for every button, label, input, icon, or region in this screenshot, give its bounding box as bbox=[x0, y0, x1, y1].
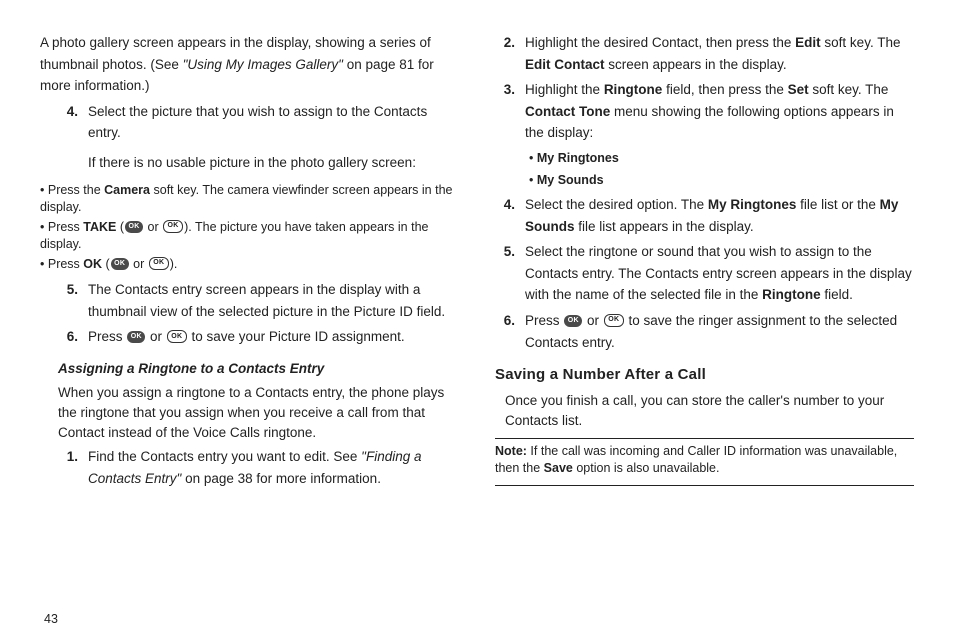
text: Select the ringtone or sound that you wi… bbox=[525, 244, 912, 302]
save-intro: Once you finish a call, you can store th… bbox=[505, 391, 914, 430]
text: soft key. The bbox=[821, 35, 901, 50]
step-body: Select the ringtone or sound that you wi… bbox=[525, 241, 914, 306]
bold: My Ringtones bbox=[708, 197, 797, 212]
ok-key-outline-icon bbox=[167, 330, 187, 343]
ok-key-icon bbox=[125, 221, 143, 233]
text: Highlight the bbox=[525, 82, 604, 97]
right-column: 2. Highlight the desired Contact, then p… bbox=[495, 28, 914, 608]
bold: Set bbox=[788, 82, 809, 97]
step-number: 5. bbox=[58, 279, 78, 322]
text: screen appears in the display. bbox=[605, 57, 787, 72]
ringtone-intro: When you assign a ringtone to a Contacts… bbox=[58, 383, 459, 442]
ok-key-outline-icon bbox=[149, 257, 169, 270]
text: Press bbox=[48, 257, 83, 271]
heading-assign-ringtone: Assigning a Ringtone to a Contacts Entry bbox=[58, 358, 459, 380]
step-number: 4. bbox=[58, 101, 78, 178]
text: to save your Picture ID assignment. bbox=[188, 329, 405, 344]
step-body: Select the picture that you wish to assi… bbox=[88, 101, 459, 178]
text: ( bbox=[102, 257, 110, 271]
option-my-ringtones: • My Ringtones bbox=[529, 148, 914, 168]
ok-key-icon bbox=[564, 315, 582, 327]
bold: My Ringtones bbox=[537, 151, 619, 165]
divider bbox=[495, 438, 914, 439]
divider bbox=[495, 485, 914, 486]
left-column: A photo gallery screen appears in the di… bbox=[40, 28, 459, 608]
step-number: 3. bbox=[495, 79, 515, 144]
bold: My Sounds bbox=[537, 173, 604, 187]
text: Highlight the desired Contact, then pres… bbox=[525, 35, 795, 50]
text: or bbox=[583, 313, 603, 328]
manual-page: A photo gallery screen appears in the di… bbox=[0, 0, 954, 636]
step-number: 1. bbox=[58, 446, 78, 489]
text: or bbox=[146, 329, 166, 344]
text: option is also unavailable. bbox=[573, 461, 720, 475]
step-number: 4. bbox=[495, 194, 515, 237]
bold: Camera bbox=[104, 183, 150, 197]
text: Select the desired option. The bbox=[525, 197, 708, 212]
text: Press bbox=[525, 313, 563, 328]
note-block: Note: If the call was incoming and Calle… bbox=[495, 443, 914, 477]
text: Select the picture that you wish to assi… bbox=[88, 104, 427, 141]
text: file list appears in the display. bbox=[575, 219, 754, 234]
ok-key-icon bbox=[111, 258, 129, 270]
step-body: Find the Contacts entry you want to edit… bbox=[88, 446, 459, 489]
text: Press bbox=[88, 329, 126, 344]
text: field, then press the bbox=[662, 82, 787, 97]
ringtone-step-2: 2. Highlight the desired Contact, then p… bbox=[495, 32, 914, 75]
text: field. bbox=[821, 287, 853, 302]
step-5: 5. The Contacts entry screen appears in … bbox=[58, 279, 459, 322]
text: on page 38 for more information. bbox=[181, 471, 381, 486]
step-body: Select the desired option. The My Ringto… bbox=[525, 194, 914, 237]
reference-italic: "Using My Images Gallery" bbox=[183, 57, 343, 72]
step-number: 5. bbox=[495, 241, 515, 306]
ok-key-outline-icon bbox=[163, 220, 183, 233]
step-body: Press or to save your Picture ID assignm… bbox=[88, 326, 459, 348]
bullet-ok: • Press OK ( or ). bbox=[40, 256, 459, 274]
ringtone-step-6: 6. Press or to save the ringer assignmen… bbox=[495, 310, 914, 353]
text: Press bbox=[48, 220, 83, 234]
step-6: 6. Press or to save your Picture ID assi… bbox=[58, 326, 459, 348]
page-number: 43 bbox=[44, 612, 914, 626]
step-body: The Contacts entry screen appears in the… bbox=[88, 279, 459, 322]
ok-key-icon bbox=[127, 331, 145, 343]
gallery-intro-paragraph: A photo gallery screen appears in the di… bbox=[40, 32, 459, 97]
bold: Ringtone bbox=[762, 287, 821, 302]
bold: Contact Tone bbox=[525, 104, 610, 119]
ringtone-step-3: 3. Highlight the Ringtone field, then pr… bbox=[495, 79, 914, 144]
bold: Save bbox=[544, 461, 573, 475]
text: Press the bbox=[48, 183, 104, 197]
step-body: Press or to save the ringer assignment t… bbox=[525, 310, 914, 353]
step-body: Highlight the desired Contact, then pres… bbox=[525, 32, 914, 75]
ok-key-outline-icon bbox=[604, 314, 624, 327]
option-my-sounds: • My Sounds bbox=[529, 170, 914, 190]
step-number: 2. bbox=[495, 32, 515, 75]
ringtone-step-5: 5. Select the ringtone or sound that you… bbox=[495, 241, 914, 306]
bold: Edit bbox=[795, 35, 821, 50]
step-number: 6. bbox=[495, 310, 515, 353]
ringtone-step-4: 4. Select the desired option. The My Rin… bbox=[495, 194, 914, 237]
step-note: If there is no usable picture in the pho… bbox=[88, 152, 459, 174]
bold: Ringtone bbox=[604, 82, 663, 97]
bold: OK bbox=[83, 257, 102, 271]
two-column-layout: A photo gallery screen appears in the di… bbox=[40, 28, 914, 608]
text: or bbox=[144, 220, 162, 234]
bold: Edit Contact bbox=[525, 57, 605, 72]
text: ( bbox=[116, 220, 124, 234]
step-4: 4. Select the picture that you wish to a… bbox=[58, 101, 459, 178]
step-body: Highlight the Ringtone field, then press… bbox=[525, 79, 914, 144]
text: file list or the bbox=[796, 197, 879, 212]
bullet-camera: • Press the Camera soft key. The camera … bbox=[40, 182, 459, 217]
bullet-take: • Press TAKE ( or ). The picture you hav… bbox=[40, 219, 459, 254]
heading-saving-number: Saving a Number After a Call bbox=[495, 363, 914, 387]
bold: TAKE bbox=[83, 220, 116, 234]
text: or bbox=[130, 257, 148, 271]
step-number: 6. bbox=[58, 326, 78, 348]
text: soft key. The bbox=[809, 82, 889, 97]
ringtone-step-1: 1. Find the Contacts entry you want to e… bbox=[58, 446, 459, 489]
note-label: Note: bbox=[495, 444, 527, 458]
text: Find the Contacts entry you want to edit… bbox=[88, 449, 361, 464]
text: ). bbox=[170, 257, 178, 271]
